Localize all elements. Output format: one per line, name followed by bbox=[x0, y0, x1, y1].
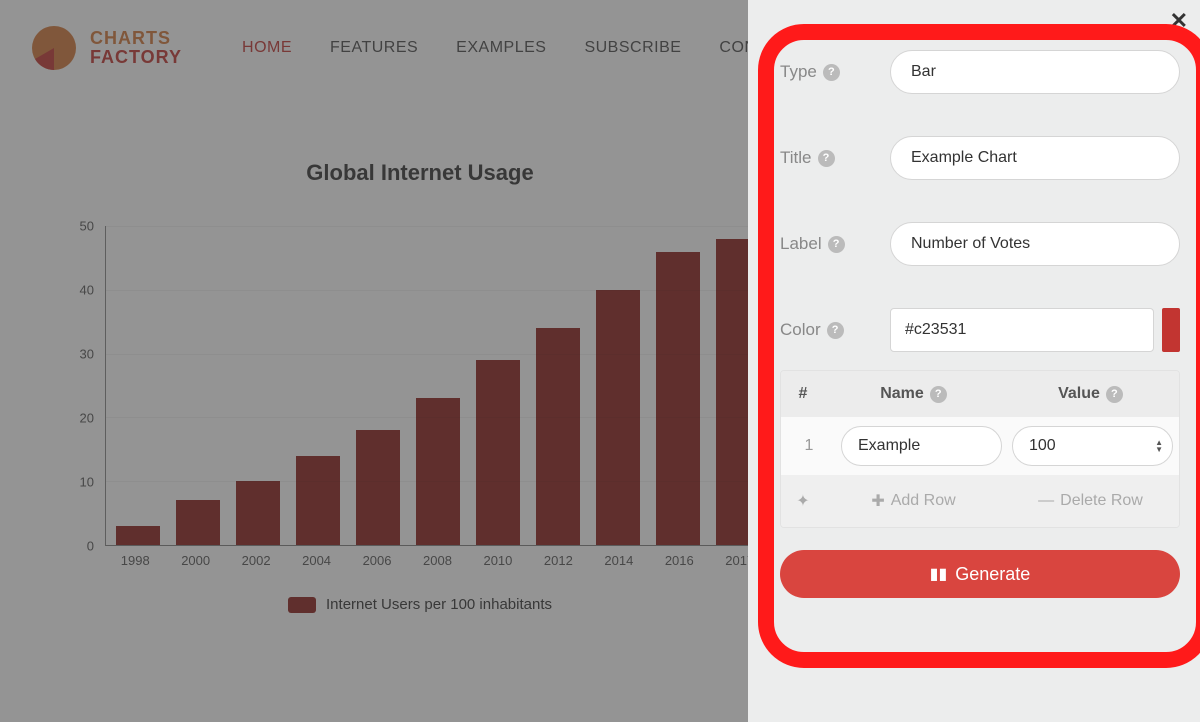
bar bbox=[236, 481, 280, 545]
label-title-text: Title bbox=[780, 148, 812, 168]
generator-panel: ✕ Type ? Title ? Label ? Color ? bbox=[748, 0, 1200, 722]
main-nav: HOME FEATURES EXAMPLES SUBSCRIBE CONTACT bbox=[242, 39, 799, 57]
y-tick: 40 bbox=[80, 283, 94, 298]
add-row-button[interactable]: ✚ Add Row bbox=[825, 491, 1002, 511]
help-icon[interactable]: ? bbox=[818, 150, 835, 167]
chart-plot: 01020304050 1998200020022004200620082010… bbox=[70, 226, 770, 566]
type-select[interactable] bbox=[890, 50, 1180, 94]
x-tick: 2014 bbox=[597, 553, 641, 568]
label-label: Label ? bbox=[780, 234, 890, 254]
bar bbox=[116, 526, 160, 545]
label-label-text: Label bbox=[780, 234, 822, 254]
data-table: # Name? Value? 1 ▲▼ ✦ ✚ Add Row — Delete… bbox=[780, 370, 1180, 528]
help-icon[interactable]: ? bbox=[930, 386, 947, 403]
x-tick: 2000 bbox=[174, 553, 218, 568]
x-tick: 1998 bbox=[113, 553, 157, 568]
demo-chart: Global Internet Usage 0 10 20 30 40 50 1998 20… bbox=[70, 160, 770, 613]
nav-examples[interactable]: EXAMPLES bbox=[456, 39, 546, 57]
chart-icon: ▮▮ bbox=[930, 564, 948, 584]
nav-subscribe[interactable]: SUBSCRIBE bbox=[584, 39, 681, 57]
tools-icon[interactable]: ✦ bbox=[781, 491, 825, 511]
table-row: 1 ▲▼ bbox=[781, 417, 1179, 475]
data-table-footer: ✦ ✚ Add Row — Delete Row bbox=[781, 475, 1179, 527]
delete-row-button[interactable]: — Delete Row bbox=[1002, 492, 1179, 510]
logo-text: CHARTS FACTORY bbox=[90, 29, 182, 67]
label-color: Color ? bbox=[780, 320, 890, 340]
bar bbox=[476, 360, 520, 545]
bar bbox=[656, 252, 700, 545]
chart-legend: Internet Users per 100 inhabitants bbox=[70, 596, 770, 613]
bar bbox=[356, 430, 400, 545]
number-stepper-icon[interactable]: ▲▼ bbox=[1155, 439, 1163, 453]
label-type: Type ? bbox=[780, 62, 890, 82]
label-type-text: Type bbox=[780, 62, 817, 82]
y-tick: 10 bbox=[80, 475, 94, 490]
label-input[interactable] bbox=[890, 222, 1180, 266]
logo-line-2: FACTORY bbox=[90, 48, 182, 67]
y-tick: 20 bbox=[80, 411, 94, 426]
col-value: Value? bbox=[1002, 385, 1179, 403]
minus-icon: — bbox=[1038, 492, 1054, 510]
row-value-input[interactable] bbox=[1012, 426, 1173, 466]
row-index: 1 bbox=[787, 437, 831, 455]
title-input[interactable] bbox=[890, 136, 1180, 180]
y-tick: 50 bbox=[80, 219, 94, 234]
label-title: Title ? bbox=[780, 148, 890, 168]
x-tick: 2016 bbox=[657, 553, 701, 568]
x-tick: 2002 bbox=[234, 553, 278, 568]
row-color: Color ? bbox=[780, 308, 1180, 352]
x-tick: 2010 bbox=[476, 553, 520, 568]
x-tick: 2004 bbox=[295, 553, 339, 568]
x-tick: 2006 bbox=[355, 553, 399, 568]
row-label: Label ? bbox=[780, 222, 1180, 266]
bar bbox=[536, 328, 580, 545]
help-icon[interactable]: ? bbox=[828, 236, 845, 253]
col-name: Name? bbox=[825, 385, 1002, 403]
nav-home[interactable]: HOME bbox=[242, 39, 292, 57]
close-icon[interactable]: ✕ bbox=[1170, 8, 1188, 34]
logo-icon bbox=[30, 24, 78, 72]
color-input[interactable] bbox=[890, 308, 1154, 352]
legend-swatch bbox=[288, 597, 316, 613]
bar bbox=[296, 456, 340, 545]
bar bbox=[176, 500, 220, 545]
row-type: Type ? bbox=[780, 50, 1180, 94]
x-tick: 2012 bbox=[536, 553, 580, 568]
legend-label: Internet Users per 100 inhabitants bbox=[326, 596, 552, 613]
y-tick: 0 bbox=[87, 539, 94, 554]
bar bbox=[416, 398, 460, 545]
chart-title: Global Internet Usage bbox=[70, 160, 770, 186]
logo-line-1: CHARTS bbox=[90, 29, 182, 48]
nav-features[interactable]: FEATURES bbox=[330, 39, 418, 57]
help-icon[interactable]: ? bbox=[823, 64, 840, 81]
row-name-input[interactable] bbox=[841, 426, 1002, 466]
help-icon[interactable]: ? bbox=[1106, 386, 1123, 403]
generate-label: Generate bbox=[955, 564, 1030, 585]
x-tick: 2008 bbox=[415, 553, 459, 568]
plus-icon: ✚ bbox=[871, 491, 884, 511]
row-title: Title ? bbox=[780, 136, 1180, 180]
color-swatch[interactable] bbox=[1162, 308, 1180, 352]
logo[interactable]: CHARTS FACTORY bbox=[30, 24, 182, 72]
col-index: # bbox=[781, 385, 825, 403]
data-table-header: # Name? Value? bbox=[781, 371, 1179, 417]
generate-button[interactable]: ▮▮ Generate bbox=[780, 550, 1180, 598]
label-color-text: Color bbox=[780, 320, 821, 340]
help-icon[interactable]: ? bbox=[827, 322, 844, 339]
y-tick: 30 bbox=[80, 347, 94, 362]
